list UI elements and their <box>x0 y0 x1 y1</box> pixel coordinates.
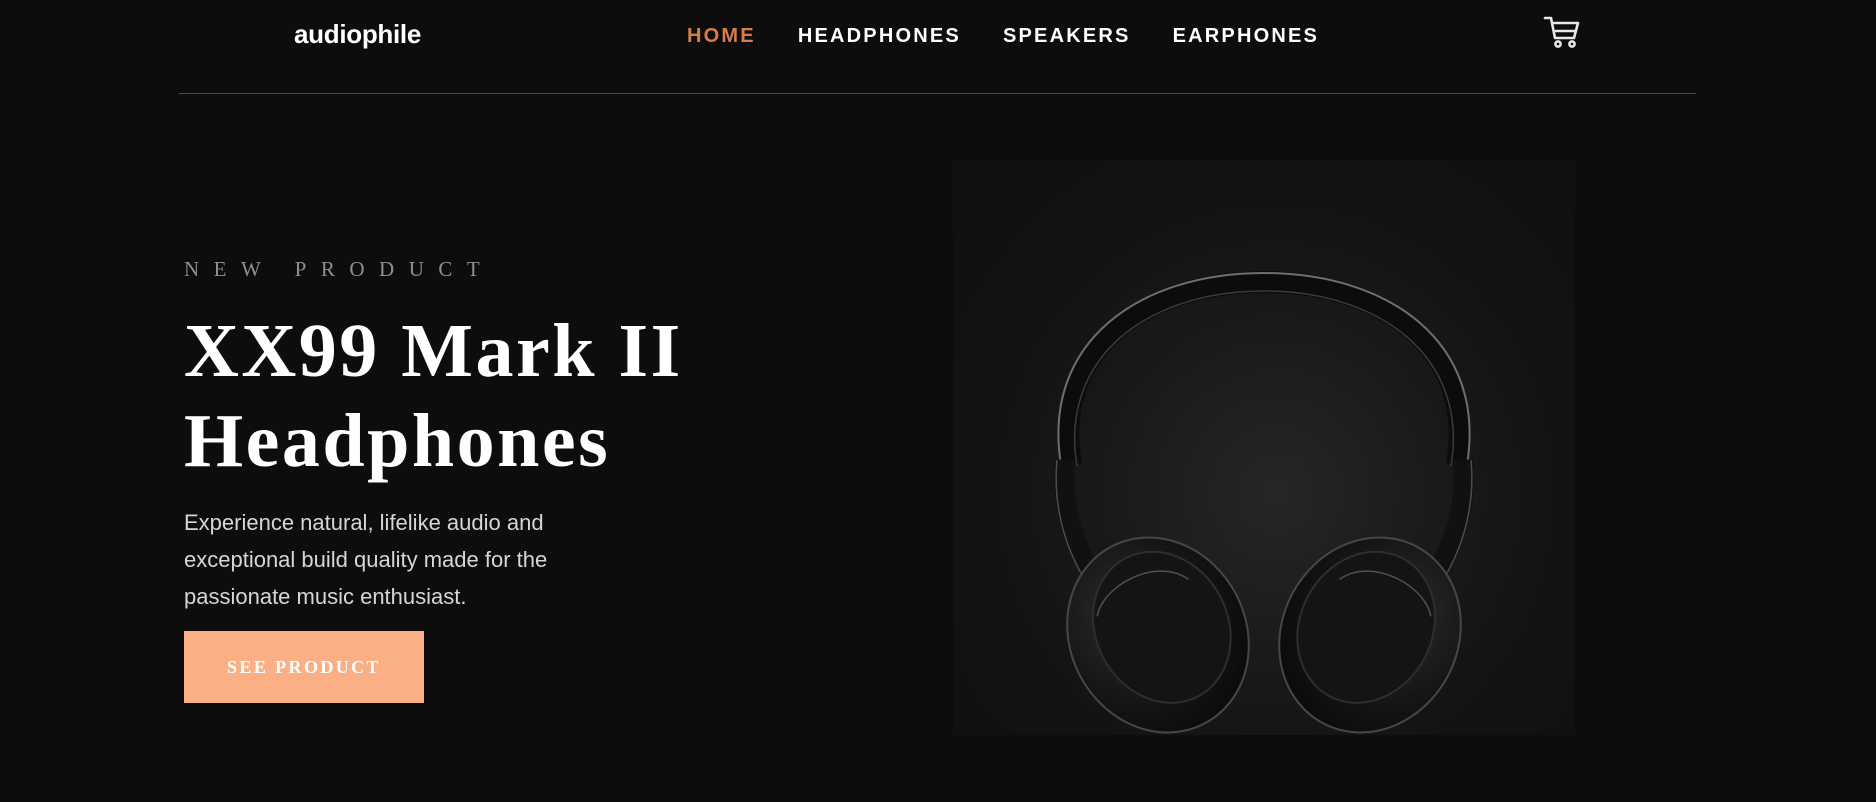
see-product-button[interactable]: SEE PRODUCT <box>184 631 424 703</box>
nav-link-earphones[interactable]: EARPHONES <box>1173 22 1320 50</box>
hero-title-line-1: XX99 Mark II <box>184 309 683 393</box>
header-divider <box>179 93 1696 94</box>
hero-overline: NEW PRODUCT <box>184 257 495 281</box>
nav-link-home[interactable]: HOME <box>687 22 756 50</box>
site-header: audiophile HOME HEADPHONES SPEAKERS EARP… <box>0 0 1876 94</box>
hero-title-line-2: Headphones <box>184 399 611 483</box>
hero-description: Experience natural, lifelike audio and e… <box>184 510 548 609</box>
headphones-image <box>953 160 1575 735</box>
nav-link-headphones[interactable]: HEADPHONES <box>798 22 961 50</box>
cart-icon[interactable] <box>1543 14 1581 50</box>
site-logo[interactable]: audiophile <box>294 16 421 52</box>
nav-link-speakers[interactable]: SPEAKERS <box>1003 22 1131 50</box>
main-nav: HOME HEADPHONES SPEAKERS EARPHONES <box>687 22 1319 50</box>
hero-title: XX99 Mark II Headphones <box>184 306 804 486</box>
